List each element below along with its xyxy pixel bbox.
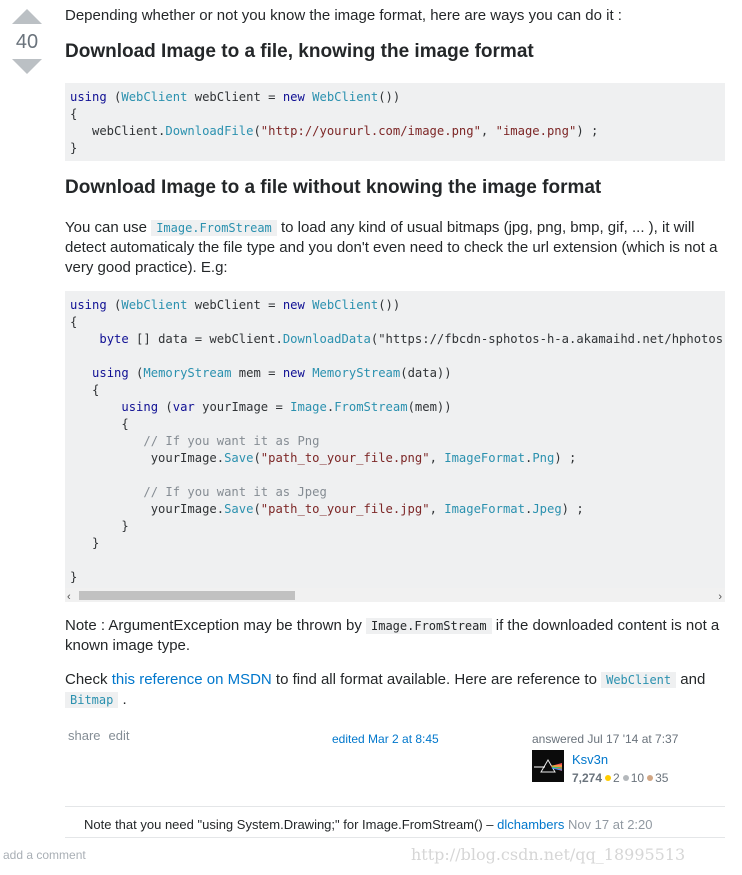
inline-code-image-fromstream: Image.FromStream xyxy=(151,220,277,236)
vote-count: 40 xyxy=(15,31,39,53)
scroll-right-arrow-icon[interactable]: › xyxy=(718,587,722,602)
paragraph-fromstream: You can use Image.FromStream to load any… xyxy=(65,219,718,276)
msdn-reference-link[interactable]: this reference on MSDN xyxy=(112,671,272,688)
reputation-score: 7,274 xyxy=(572,771,603,785)
code-block-unknown-format[interactable]: using (WebClient webClient = new WebClie… xyxy=(65,291,725,602)
upvote-arrow-icon[interactable] xyxy=(12,9,42,24)
paragraph-reference: Check this reference on MSDN to find all… xyxy=(65,671,706,708)
share-link[interactable]: share xyxy=(68,728,101,743)
inline-code-webclient: WebClient xyxy=(601,672,677,688)
horizontal-scrollbar[interactable]: ‹ › xyxy=(65,588,725,602)
username-link[interactable]: Ksv3n xyxy=(572,750,608,770)
comment-text: Note that you need "using System.Drawing… xyxy=(84,817,498,832)
code-block-known-format: using (WebClient webClient = new WebClie… xyxy=(65,83,725,161)
heading-unknown-format: Download Image to a file without knowing… xyxy=(65,177,602,198)
avatar[interactable] xyxy=(532,750,564,782)
edited-timestamp-link[interactable]: edited Mar 2 at 8:45 xyxy=(332,729,439,749)
edit-link[interactable]: edit xyxy=(109,728,130,743)
paragraph-note: Note : ArgumentException may be thrown b… xyxy=(65,617,720,654)
comment-user-link[interactable]: dlchambers xyxy=(497,817,564,832)
answered-label: answered Jul 17 '14 at 7:37 xyxy=(532,732,679,746)
bronze-badge-count: 35 xyxy=(655,771,669,785)
heading-known-format: Download Image to a file, knowing the im… xyxy=(65,41,534,62)
silver-badge-icon xyxy=(622,775,629,782)
user-info-card: answered Jul 17 '14 at 7:37 Ksv3n 7,274 2… xyxy=(532,729,732,785)
comment-item: Note that you need "using System.Drawing… xyxy=(84,815,653,835)
intro-text: Depending whether or not you know the im… xyxy=(65,7,622,24)
scrollbar-thumb[interactable] xyxy=(79,591,295,600)
bronze-badge-icon xyxy=(647,775,654,782)
inline-code-bitmap: Bitmap xyxy=(65,692,119,708)
vote-cell: 40 xyxy=(0,0,54,74)
user-reputation: 7,274 2 10 35 xyxy=(572,768,668,788)
add-comment-link[interactable]: add a comment xyxy=(3,848,86,862)
gold-badge-icon xyxy=(605,775,612,782)
downvote-arrow-icon[interactable] xyxy=(12,59,42,74)
scroll-left-arrow-icon[interactable]: ‹ xyxy=(67,587,71,602)
gold-badge-count: 2 xyxy=(613,771,620,785)
silver-badge-count: 10 xyxy=(630,771,645,785)
comment-divider xyxy=(65,837,725,838)
post-menu: share edit xyxy=(68,726,138,746)
comment-date: Nov 17 at 2:20 xyxy=(564,817,653,832)
inline-code-image-fromstream-note: Image.FromStream xyxy=(366,618,492,634)
watermark: http://blog.csdn.net/qq_18995513 xyxy=(411,845,686,864)
comments-section: Note that you need "using System.Drawing… xyxy=(65,806,725,838)
